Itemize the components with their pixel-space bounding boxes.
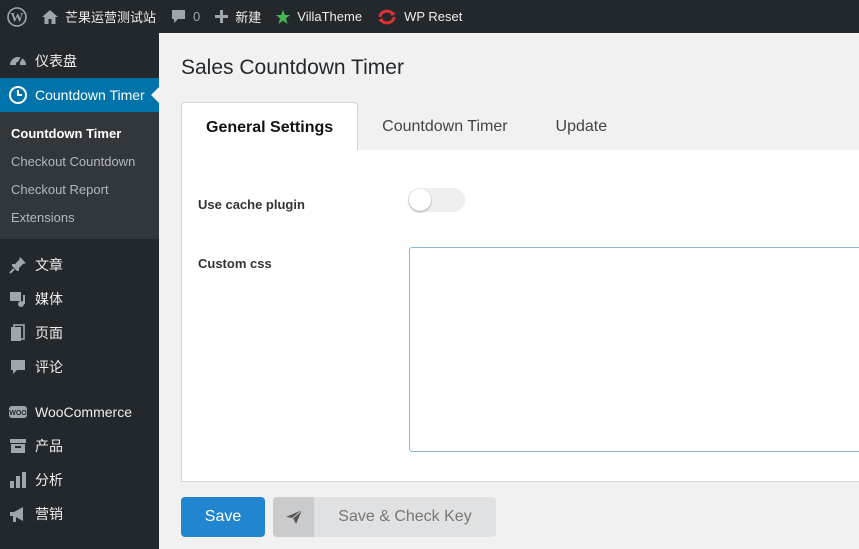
submenu-item-extensions[interactable]: Extensions [0,203,159,231]
admin-bar: W 芒果运营测试站 0 新建 VillaTheme WP Reset [0,0,859,33]
pin-icon [8,255,28,275]
menu-item-countdown-timer[interactable]: Countdown Timer [0,78,159,112]
admin-sidebar: 仪表盘 Countdown Timer Countdown Timer Chec… [0,33,159,549]
site-name-link[interactable]: 芒果运营测试站 [34,0,163,33]
save-check-key-button[interactable]: Save & Check Key [273,497,496,537]
plus-icon [215,10,229,23]
menu-label-countdown-timer: Countdown Timer [35,87,145,103]
use-cache-label: Use cache plugin [198,197,305,212]
menu-label-products: 产品 [35,438,63,454]
woocommerce-icon: WOO [8,402,28,422]
wordpress-icon: W [7,6,27,27]
custom-css-label: Custom css [198,256,272,271]
menu-label-dashboard: 仪表盘 [35,53,77,69]
villatheme-link[interactable]: VillaTheme [268,0,369,33]
home-icon [42,9,58,24]
menu-item-comments[interactable]: 评论 [0,350,159,384]
comments-count: 0 [193,9,201,24]
menu-item-marketing[interactable]: 营销 [0,497,159,531]
menu-item-dashboard[interactable]: 仪表盘 [0,44,159,78]
media-icon [8,289,28,309]
wordpress-logo-button[interactable]: W [0,0,34,33]
tab-general-settings[interactable]: General Settings [181,102,359,152]
svg-text:WOO: WOO [9,410,27,417]
submenu-item-checkout-countdown[interactable]: Checkout Countdown [0,147,159,175]
custom-css-textarea[interactable] [409,247,859,452]
clock-icon [8,85,28,105]
menu-item-pages[interactable]: 页面 [0,316,159,350]
tab-update[interactable]: Update [532,102,632,151]
save-button[interactable]: Save [181,497,265,537]
menu-item-woocommerce[interactable]: WOO WooCommerce [0,395,159,429]
menu-label-pages: 页面 [35,325,63,341]
menu-separator [0,239,159,248]
menu-item-posts[interactable]: 文章 [0,248,159,282]
comments-link[interactable]: 0 [163,0,207,33]
paper-plane-icon [273,497,314,537]
submenu-item-countdown-timer[interactable]: Countdown Timer [0,119,159,147]
villatheme-label: VillaTheme [297,9,363,24]
svg-text:W: W [11,9,24,24]
menu-item-analytics[interactable]: 分析 [0,463,159,497]
save-check-key-label: Save & Check Key [338,508,472,525]
archive-box-icon [8,436,28,456]
countdown-submenu: Countdown Timer Checkout Countdown Check… [0,112,159,239]
settings-panel: Use cache plugin Custom css [181,150,859,482]
use-cache-toggle[interactable] [408,188,465,212]
bar-chart-icon [8,470,28,490]
comment-bubble-icon [172,10,186,23]
wp-reset-link[interactable]: WP Reset [369,0,469,33]
megaphone-icon [8,504,28,524]
new-label: 新建 [235,10,262,25]
reset-icon [378,9,397,24]
new-content-link[interactable]: 新建 [207,0,268,33]
star-icon [276,9,291,24]
menu-label-media: 媒体 [35,291,63,307]
menu-label-woocommerce: WooCommerce [35,404,132,420]
menu-label-analytics: 分析 [35,472,63,488]
page-icon [8,323,28,343]
menu-label-posts: 文章 [35,257,63,273]
page-title: Sales Countdown Timer [181,56,404,79]
site-name: 芒果运营测试站 [65,10,157,25]
tab-countdown-timer[interactable]: Countdown Timer [358,102,531,151]
settings-tabs: General Settings Countdown Timer Update [181,102,632,152]
submenu-item-checkout-report[interactable]: Checkout Report [0,175,159,203]
menu-separator [0,384,159,395]
main-content: Sales Countdown Timer General Settings C… [159,33,859,549]
toggle-knob [409,189,431,211]
menu-label-comments: 评论 [35,359,63,375]
dashboard-gauge-icon [8,51,28,71]
wp-reset-label: WP Reset [404,9,463,24]
menu-item-products[interactable]: 产品 [0,429,159,463]
comment-icon [8,357,28,377]
menu-item-media[interactable]: 媒体 [0,282,159,316]
menu-label-marketing: 营销 [35,506,63,522]
